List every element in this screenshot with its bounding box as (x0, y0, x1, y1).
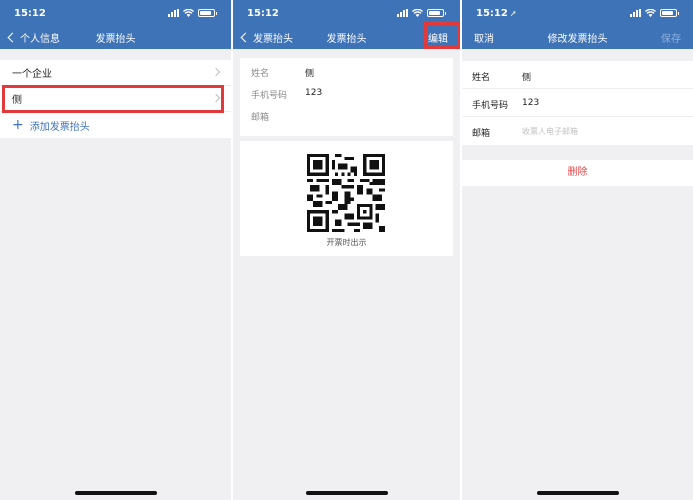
field-value: 侧 (305, 69, 315, 79)
save-button[interactable]: 保存 (661, 30, 681, 45)
plus-icon: + (12, 117, 24, 133)
field-label: 手机号码 (251, 91, 288, 101)
home-indicator (536, 491, 619, 495)
triptych: 15:12 个人信息 发票抬头 一个企业 侧 + 添加发票抬头 15:12 发票… (0, 0, 693, 500)
top-bar: 15:12 ➚ 取消 修改发票抬头 保存 (462, 0, 693, 49)
field-value: 123 (305, 88, 323, 98)
signal-icon (168, 9, 179, 17)
highlight-box (2, 85, 224, 113)
name-input[interactable]: 侧 (522, 70, 531, 83)
status-time: 15:12 (14, 8, 46, 19)
home-indicator (74, 491, 157, 495)
field-phone: 手机号码 123 (240, 80, 453, 102)
field-label: 姓名 (472, 73, 491, 83)
field-label: 手机号码 (472, 101, 509, 111)
list-item-label: 一个企业 (12, 69, 52, 80)
battery-icon (427, 9, 446, 17)
qr-caption: 开票时出示 (326, 238, 367, 247)
email-field[interactable]: 邮箱 收票人电子邮箱 (462, 117, 693, 145)
wifi-icon (645, 9, 656, 17)
delete-button[interactable]: 删除 (462, 160, 693, 186)
home-indicator (305, 491, 388, 495)
status-bar: 15:12 (233, 4, 460, 22)
nav-bar: 个人信息 发票抬头 (0, 26, 231, 46)
info-card: 姓名 侧 手机号码 123 邮箱 (240, 58, 453, 136)
phone-input[interactable]: 123 (522, 98, 539, 108)
highlight-box (424, 22, 460, 49)
status-time: 15:12 (247, 8, 279, 19)
signal-icon (630, 9, 641, 17)
status-bar: 15:12 ➚ (462, 4, 693, 22)
screen-edit-invoice: 15:12 ➚ 取消 修改发票抬头 保存 姓名 侧 手机号码 123 邮箱 收票… (462, 0, 693, 500)
battery-icon (660, 9, 679, 17)
location-arrow-icon: ➚ (509, 9, 517, 18)
field-label: 邮箱 (251, 113, 270, 123)
add-invoice-title-button[interactable]: + 添加发票抬头 (0, 112, 231, 138)
page-title: 发票抬头 (95, 34, 136, 45)
field-label: 邮箱 (472, 129, 491, 139)
field-email: 邮箱 (240, 102, 453, 124)
add-label: 添加发票抬头 (29, 121, 90, 133)
signal-icon (397, 9, 408, 17)
field-label: 姓名 (251, 69, 270, 79)
status-time: 15:12 ➚ (476, 8, 517, 19)
qr-card: 开票时出示 (240, 141, 453, 256)
screen-invoice-detail: 15:12 发票抬头 发票抬头 编辑 姓名 侧 手机号码 123 邮箱 开票时出… (233, 0, 460, 500)
page-title: 修改发票抬头 (547, 34, 608, 45)
battery-icon (198, 9, 217, 17)
nav-bar: 取消 修改发票抬头 保存 (462, 26, 693, 46)
wifi-icon (183, 9, 194, 17)
name-field[interactable]: 姓名 侧 (462, 61, 693, 89)
email-input[interactable]: 收票人电子邮箱 (522, 126, 578, 137)
screen-invoice-list: 15:12 个人信息 发票抬头 一个企业 侧 + 添加发票抬头 (0, 0, 231, 500)
top-bar: 15:12 个人信息 发票抬头 (0, 0, 231, 49)
edit-form: 姓名 侧 手机号码 123 邮箱 收票人电子邮箱 (462, 61, 693, 145)
qr-code (307, 154, 385, 232)
status-bar: 15:12 (0, 4, 231, 22)
list-item[interactable]: 一个企业 (0, 60, 231, 86)
field-name: 姓名 侧 (240, 58, 453, 80)
chevron-right-icon (211, 67, 221, 77)
phone-field[interactable]: 手机号码 123 (462, 89, 693, 117)
wifi-icon (412, 9, 423, 17)
